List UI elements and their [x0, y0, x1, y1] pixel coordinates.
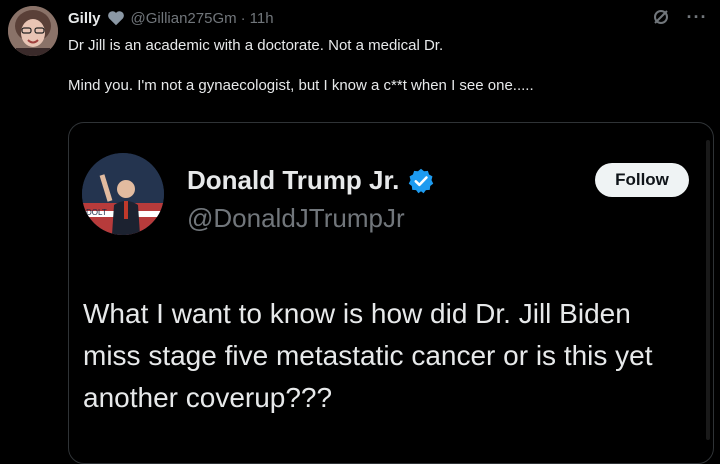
quoted-tweet-text: What I want to know is how did Dr. Jill …: [83, 298, 653, 413]
grok-icon[interactable]: [650, 6, 672, 28]
quoted-author-handle[interactable]: @DonaldJTrumpJr: [187, 203, 405, 234]
tweet-actions-top: ···: [650, 6, 708, 28]
tweet-header: Gilly @Gillian275Gm · 11h: [68, 8, 274, 28]
tweet-text: Dr Jill is an academic with a doctorate.…: [68, 36, 708, 96]
author-name[interactable]: Gilly: [68, 10, 101, 27]
verified-badge-icon: [407, 167, 435, 195]
quoted-tweet-card[interactable]: DOLT Donald Trump Jr. @DonaldJTrumpJr Fo…: [68, 122, 714, 464]
tweet-time[interactable]: 11h: [250, 10, 274, 27]
follow-button[interactable]: Follow: [595, 163, 689, 197]
author-avatar[interactable]: [8, 6, 58, 56]
svg-text:DOLT: DOLT: [86, 208, 107, 217]
more-icon[interactable]: ···: [686, 6, 708, 28]
quoted-author-avatar[interactable]: DOLT: [82, 153, 164, 235]
quoted-author-name[interactable]: Donald Trump Jr.: [187, 165, 399, 196]
quoted-author-name-row: Donald Trump Jr.: [187, 165, 435, 196]
heart-icon: [107, 10, 125, 26]
separator-dot: ·: [240, 9, 246, 27]
author-handle[interactable]: @Gillian275Gm: [131, 10, 237, 27]
tweet-paragraph: Mind you. I'm not a gynaecologist, but I…: [68, 77, 534, 94]
scrollbar[interactable]: [706, 140, 710, 440]
tweet-paragraph: Dr Jill is an academic with a doctorate.…: [68, 37, 444, 54]
